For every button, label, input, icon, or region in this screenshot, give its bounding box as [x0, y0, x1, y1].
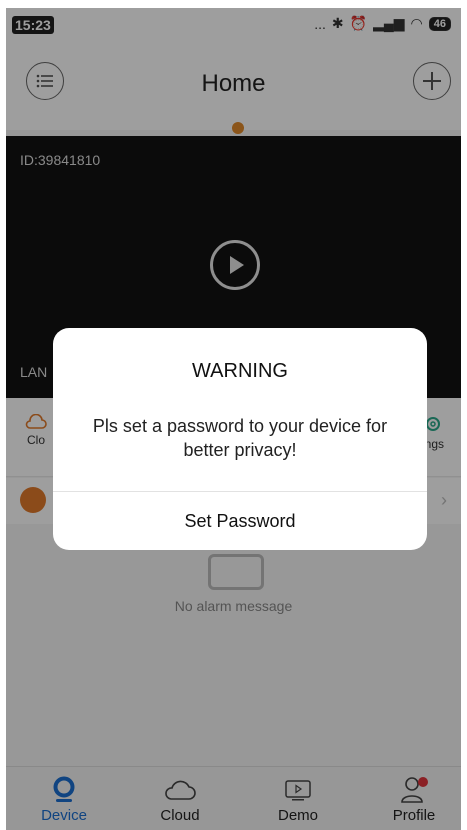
dialog-message: Pls set a password to your device for be…	[92, 416, 388, 460]
dialog-title: WARNING	[192, 360, 288, 382]
warning-dialog: WARNING Pls set a password to your devic…	[53, 328, 427, 550]
phone-screen: 15:23 ... ✱ ⏰ ▂▄▆ ◠ 46 Home ID:39841810 …	[6, 8, 461, 830]
set-password-button[interactable]: Set Password	[53, 492, 427, 550]
